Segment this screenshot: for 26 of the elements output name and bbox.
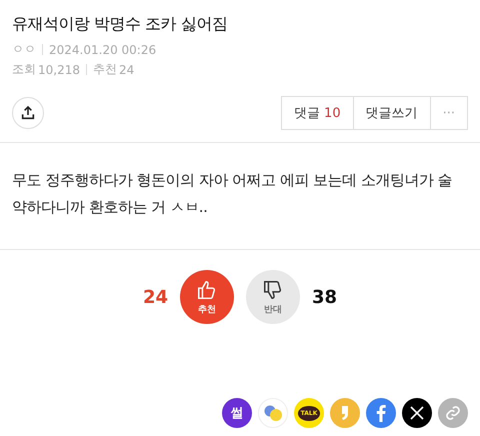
share-icon [20, 105, 36, 121]
facebook-share-button[interactable] [366, 398, 396, 428]
vote-count: 38 [312, 286, 338, 308]
post-body: 무도 정주행하다가 형돈이의 자아 어쩌고 에피 보는데 소개팅녀가 술 약하다니까 환호하는 거 ㅅㅂ.. [0, 143, 480, 250]
share-button[interactable] [12, 97, 44, 129]
vote-count: 24 [142, 286, 168, 308]
views-count: 10,218 [38, 62, 80, 76]
recommend-button[interactable]: 추천 [180, 270, 234, 324]
link-icon [445, 405, 461, 421]
recommend-label: 추천 [93, 61, 117, 78]
thumbs-down-icon [262, 278, 284, 300]
x-share-button[interactable] [402, 398, 432, 428]
bubbles-icon [263, 404, 283, 422]
author-name: ㅇㅇ [12, 41, 36, 58]
oppose-button[interactable]: 반대 [246, 270, 300, 324]
bubble-share-button[interactable] [258, 398, 288, 428]
post-date: 2024.01.20 00:26 [49, 42, 156, 56]
post-title: 유재석이랑 박명수 조카 싫어짐 [12, 14, 228, 35]
link-share-button[interactable] [438, 398, 468, 428]
comma-icon [341, 405, 349, 421]
recommend-count: 24 [119, 62, 134, 76]
x-logo-icon [410, 406, 424, 420]
ssul-share-button[interactable]: 썰 [222, 398, 252, 428]
views-label: 조회 [12, 61, 36, 78]
facebook-icon [376, 404, 386, 422]
thumbs-up-icon [196, 278, 218, 300]
